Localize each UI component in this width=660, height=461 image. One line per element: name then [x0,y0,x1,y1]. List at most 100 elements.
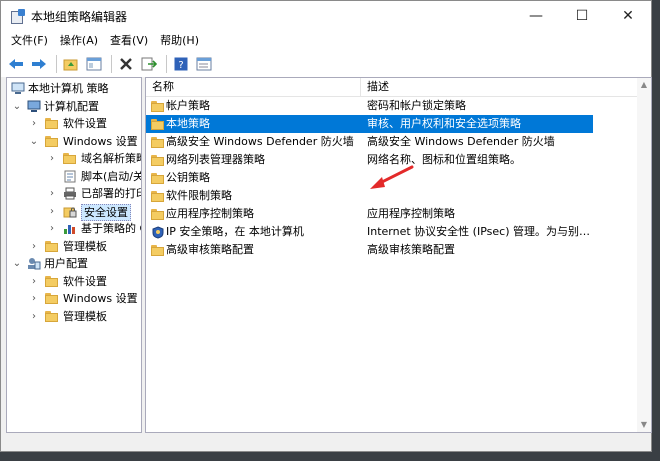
scroll-down-icon[interactable]: ▼ [637,418,651,432]
tree-item-security-settings[interactable]: › 安全设置 [7,203,141,221]
tree-item-deployed-printers[interactable]: › 已部署的打印 [7,185,141,203]
folder-icon [151,100,165,113]
folder-icon [45,117,59,130]
tree-item-label: 软件设置 [63,274,107,288]
help-icon[interactable]: ? [171,54,191,74]
tree-item-label: 安全设置 [81,203,131,221]
security-icon [63,205,77,218]
tree-item-local-computer-policy[interactable]: 本地计算机 策略 [7,80,141,98]
properties-icon[interactable] [194,54,214,74]
minimize-button[interactable]: — [513,1,559,31]
tree-item-user-admin-templates[interactable]: › 管理模板 [7,308,141,326]
folder-icon [151,190,165,203]
tree-item-label: Windows 设置 [63,292,138,305]
list-row[interactable]: 应用程序控制策略 应用程序控制策略 [146,205,593,223]
svg-text:?: ? [178,60,183,71]
chevron-down-icon[interactable]: ⌄ [12,255,22,273]
chevron-right-icon[interactable]: › [29,290,39,308]
chevron-right-icon[interactable]: › [47,150,57,168]
computer-icon [27,100,41,113]
row-name: IP 安全策略，在 本地计算机 [166,225,304,238]
row-name: 本地策略 [166,117,210,130]
row-description: 应用程序控制策略 [367,207,455,220]
column-header-name[interactable]: 名称 [146,78,361,96]
delete-icon[interactable] [116,54,136,74]
policy-editor-icon [11,9,25,24]
menu-file[interactable]: 文件(F) [5,31,54,51]
folder-icon [151,154,165,167]
list-row[interactable]: 高级审核策略配置 高级审核策略配置 [146,241,593,259]
tree-item-scripts[interactable]: 脚本(启动/关 [7,168,141,186]
row-name: 公钥策略 [166,171,210,184]
tree-item-label: 管理模板 [63,239,107,253]
folder-icon [45,135,59,148]
tree-item-label: 计算机配置 [44,99,99,113]
list-row[interactable]: 高级安全 Windows Defender 防火墙 高级安全 Windows D… [146,133,593,151]
tree-item-label: 域名解析策略 [81,152,142,165]
tree-item-label: Windows 设置 [63,134,138,148]
show-tree-icon[interactable] [84,54,104,74]
window-title: 本地组策略编辑器 [31,9,128,24]
toolbar-separator [56,55,57,73]
scroll-up-icon[interactable]: ▲ [637,78,651,92]
chevron-right-icon[interactable]: › [29,308,39,326]
tree-item-software-settings[interactable]: › 软件设置 [7,115,141,133]
forward-arrow-icon[interactable] [29,54,49,74]
toolbar-separator [166,55,167,73]
folder-icon [151,172,165,185]
tree-item-windows-settings[interactable]: ⌄ Windows 设置 [7,133,141,151]
chevron-down-icon[interactable]: ⌄ [12,98,22,116]
tree-item-computer-config[interactable]: ⌄ 计算机配置 [7,98,141,116]
close-button[interactable]: ✕ [605,1,651,31]
folder-icon [45,310,59,323]
chevron-down-icon[interactable]: ⌄ [29,133,39,151]
folder-icon [151,208,165,221]
row-name: 应用程序控制策略 [166,207,254,220]
script-icon [63,170,77,183]
list-row[interactable]: 帐户策略 密码和帐户锁定策略 [146,97,593,115]
menu-view[interactable]: 查看(V) [104,31,154,51]
back-arrow-icon[interactable] [6,54,26,74]
menu-action[interactable]: 操作(A) [54,31,104,51]
chevron-right-icon[interactable]: › [47,203,57,221]
row-name: 网络列表管理器策略 [166,153,265,166]
navigation-tree[interactable]: 本地计算机 策略 ⌄ 计算机配置 › 软件设置 ⌄ Windows 设置 › 域… [6,77,142,433]
maximize-button[interactable]: ☐ [559,1,605,31]
tree-item-label: 软件设置 [63,117,107,130]
main-content: 本地计算机 策略 ⌄ 计算机配置 › 软件设置 ⌄ Windows 设置 › 域… [1,77,652,451]
row-description: 高级安全 Windows Defender 防火墙 [367,135,555,148]
menu-help[interactable]: 帮助(H) [154,31,205,51]
column-header-description[interactable]: 描述 [361,78,651,96]
folder-icon [63,152,77,165]
row-description: 高级审核策略配置 [367,243,455,256]
chevron-right-icon[interactable]: › [47,220,57,238]
tree-item-user-software-settings[interactable]: › 软件设置 [7,273,141,291]
chevron-right-icon[interactable]: › [47,185,57,203]
tree-item-user-config[interactable]: ⌄ 用户配置 [7,255,141,273]
details-pane[interactable]: 名称 描述 帐户策略 密码和帐户锁定策略 本地策略 审核、用户权利和安全选项策略… [145,77,652,433]
tree-item-policy-based-qos[interactable]: › 基于策略的 C [7,220,141,238]
row-description: 密码和帐户锁定策略 [367,99,466,112]
group-policy-editor-window: 本地组策略编辑器 — ☐ ✕ 文件(F) 操作(A) 查看(V) 帮助(H) ?… [0,0,652,452]
list-row[interactable]: 本地策略 审核、用户权利和安全选项策略 [146,115,593,133]
vertical-scrollbar[interactable]: ▲ ▼ [637,78,651,432]
row-description: 审核、用户权利和安全选项策略 [367,117,521,130]
red-annotation-arrow [370,165,414,189]
up-folder-icon[interactable] [61,54,81,74]
chevron-right-icon[interactable]: › [29,115,39,133]
export-list-icon[interactable] [139,54,159,74]
tree-item-user-windows-settings[interactable]: › Windows 设置 [7,290,141,308]
row-name: 帐户策略 [166,99,210,112]
tree-item-name-resolution-policy[interactable]: › 域名解析策略 [7,150,142,168]
toolbar: ? [1,51,651,78]
chevron-right-icon[interactable]: › [29,273,39,291]
chevron-right-icon[interactable]: › [29,238,39,256]
tree-item-admin-templates[interactable]: › 管理模板 [7,238,141,256]
folder-icon [151,136,165,149]
row-name: 高级审核策略配置 [166,243,254,256]
computer-policy-icon [11,82,25,95]
list-row[interactable]: IP 安全策略，在 本地计算机 Internet 协议安全性 (IPsec) 管… [146,223,593,241]
row-name: 软件限制策略 [166,189,232,202]
title-bar: 本地组策略编辑器 — ☐ ✕ [1,1,651,31]
ip-security-icon [151,226,165,239]
